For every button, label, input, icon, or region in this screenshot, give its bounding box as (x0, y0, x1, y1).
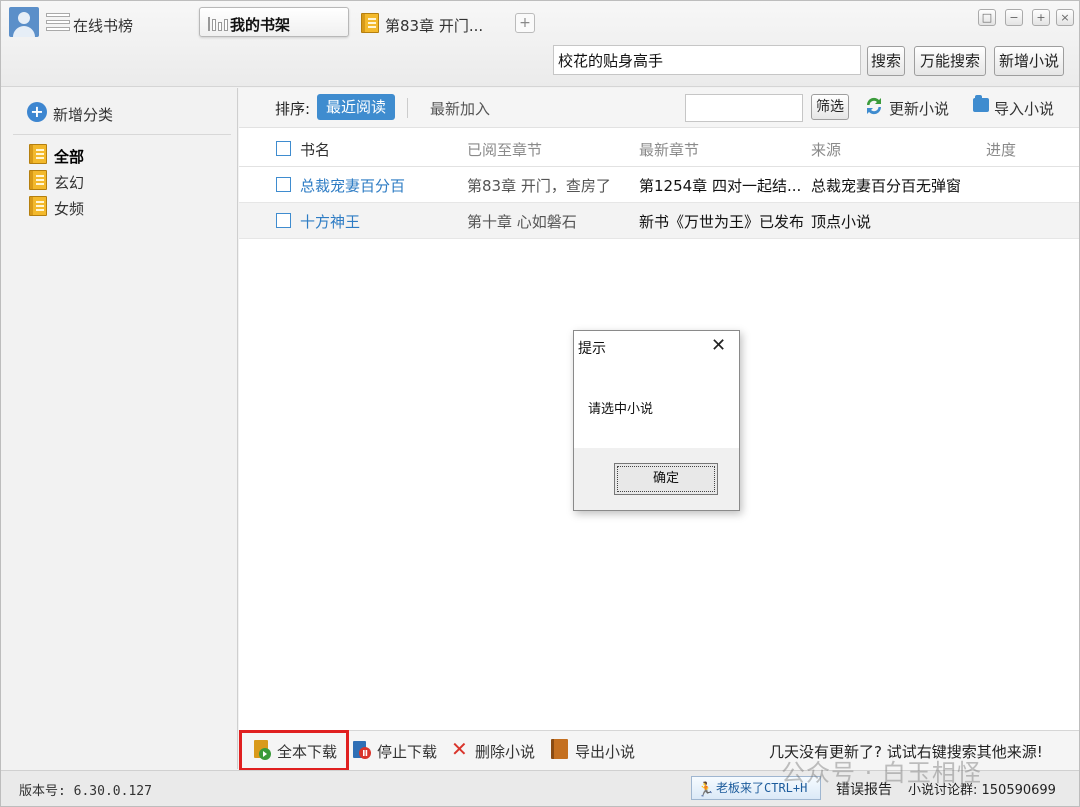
restore-window-button[interactable]: □ (978, 9, 996, 26)
sidebar-divider (13, 134, 231, 135)
search-button[interactable]: 搜索 (867, 46, 905, 76)
sidebar-item-fantasy[interactable]: 玄幻 (29, 170, 229, 192)
book-title[interactable]: 十方神王 (300, 211, 360, 232)
sidebar-item-female[interactable]: 女频 (29, 196, 229, 218)
sort-label: 排序: (275, 100, 311, 118)
list-toolbar: 排序: 最近阅读 最新加入 筛选 更新小说 导入小说 (239, 88, 1079, 128)
add-novel-button[interactable]: 新增小说 (994, 46, 1064, 76)
sidebar-item-all[interactable]: 全部 (29, 144, 229, 166)
filter-button[interactable]: 筛选 (811, 94, 849, 120)
column-name[interactable]: 书名 (300, 139, 330, 160)
book-icon (29, 196, 47, 216)
row-checkbox[interactable] (276, 177, 291, 192)
add-category-label: 新增分类 (53, 106, 114, 124)
tab-my-shelf-label: 我的书架 (230, 16, 291, 34)
tab-chapter[interactable]: 第83章 开门... (385, 15, 483, 36)
running-man-icon: 🏃 (697, 782, 715, 798)
category-sidebar: + 新增分类 全部 玄幻 女频 (1, 88, 238, 769)
watermark: 公众号 · 白玉相怪 (781, 759, 982, 787)
book-icon (361, 13, 379, 33)
column-read-to[interactable]: 已阅至章节 (467, 139, 542, 160)
book-icon (29, 144, 47, 164)
folder-icon (973, 95, 989, 112)
filter-input[interactable] (685, 94, 803, 122)
tab-my-shelf[interactable]: 我的书架 (199, 7, 349, 37)
add-tab-button[interactable]: + (515, 13, 535, 33)
column-progress[interactable]: 进度 (986, 139, 1016, 160)
sort-newest-button[interactable]: 最新加入 (430, 98, 490, 119)
export-novel-button[interactable]: 导出小说 (575, 741, 635, 762)
table-row[interactable]: 总裁宠妻百分百 第83章 开门，查房了 第1254章 四对一起结... 总裁宠妻… (239, 167, 1079, 203)
book-source: 顶点小说 (811, 213, 872, 231)
bookshelf-icon (208, 17, 230, 31)
download-icon (254, 740, 271, 760)
download-all-button[interactable]: 全本下载 (277, 741, 337, 762)
maximize-button[interactable]: + (1032, 9, 1050, 26)
row-checkbox[interactable] (276, 213, 291, 228)
dialog-message: 请选中小说 (588, 402, 654, 417)
super-search-button[interactable]: 万能搜索 (914, 46, 986, 76)
book-title[interactable]: 总裁宠妻百分百 (300, 175, 405, 196)
book-icon (29, 170, 47, 190)
user-avatar[interactable] (9, 7, 39, 37)
close-window-button[interactable]: × (1056, 9, 1074, 26)
table-header: 书名 已阅至章节 最新章节 来源 进度 (239, 129, 1079, 167)
import-novel-button[interactable]: 导入小说 (994, 98, 1054, 119)
dialog-footer: 确定 (574, 448, 739, 510)
add-category-button[interactable]: + 新增分类 (27, 101, 227, 125)
latest-chapter: 新书《万世为王》已发布 (639, 213, 805, 231)
top-bar: 在线书榜 我的书架 第83章 开门... + □ − + × 搜索 万能搜索 新… (1, 1, 1079, 87)
add-circle-icon: + (27, 102, 47, 122)
update-novels-button[interactable]: 更新小说 (889, 98, 949, 119)
app-window: 在线书榜 我的书架 第83章 开门... + □ − + × 搜索 万能搜索 新… (0, 0, 1080, 807)
tab-online-rank[interactable]: 在线书榜 (73, 15, 133, 36)
column-latest[interactable]: 最新章节 (639, 139, 699, 160)
ok-button[interactable]: 确定 (614, 463, 718, 495)
sidebar-item-label: 全部 (54, 148, 85, 166)
select-all-checkbox[interactable] (276, 141, 291, 156)
sidebar-item-label: 女频 (54, 200, 85, 218)
delete-icon: ✕ (451, 737, 468, 761)
export-icon (551, 739, 568, 759)
search-input[interactable] (553, 45, 861, 75)
read-to-chapter: 第十章 心如磐石 (467, 213, 577, 231)
sidebar-item-label: 玄幻 (54, 174, 85, 192)
toolbar-divider (407, 98, 408, 118)
minimize-button[interactable]: − (1005, 9, 1023, 26)
book-source: 总裁宠妻百分百无弹窗 (811, 177, 962, 195)
rank-list-icon (46, 13, 70, 33)
stop-download-button[interactable]: 停止下载 (377, 741, 437, 762)
sort-recent-button[interactable]: 最近阅读 (317, 94, 395, 120)
dialog-close-icon[interactable]: ✕ (711, 335, 726, 356)
table-row[interactable]: 十方神王 第十章 心如磐石 新书《万世为王》已发布 顶点小说 (239, 203, 1079, 239)
latest-chapter: 第1254章 四对一起结... (639, 177, 802, 195)
dialog-title: 提示 (578, 341, 606, 357)
version-label: 版本号: 6.30.0.127 (19, 784, 152, 799)
alert-dialog: 提示 ✕ 请选中小说 确定 (573, 330, 740, 511)
delete-novel-button[interactable]: 删除小说 (475, 741, 535, 762)
read-to-chapter: 第83章 开门，查房了 (467, 177, 611, 195)
stop-download-icon (353, 741, 371, 759)
refresh-icon (866, 97, 882, 115)
column-source[interactable]: 来源 (811, 139, 841, 160)
